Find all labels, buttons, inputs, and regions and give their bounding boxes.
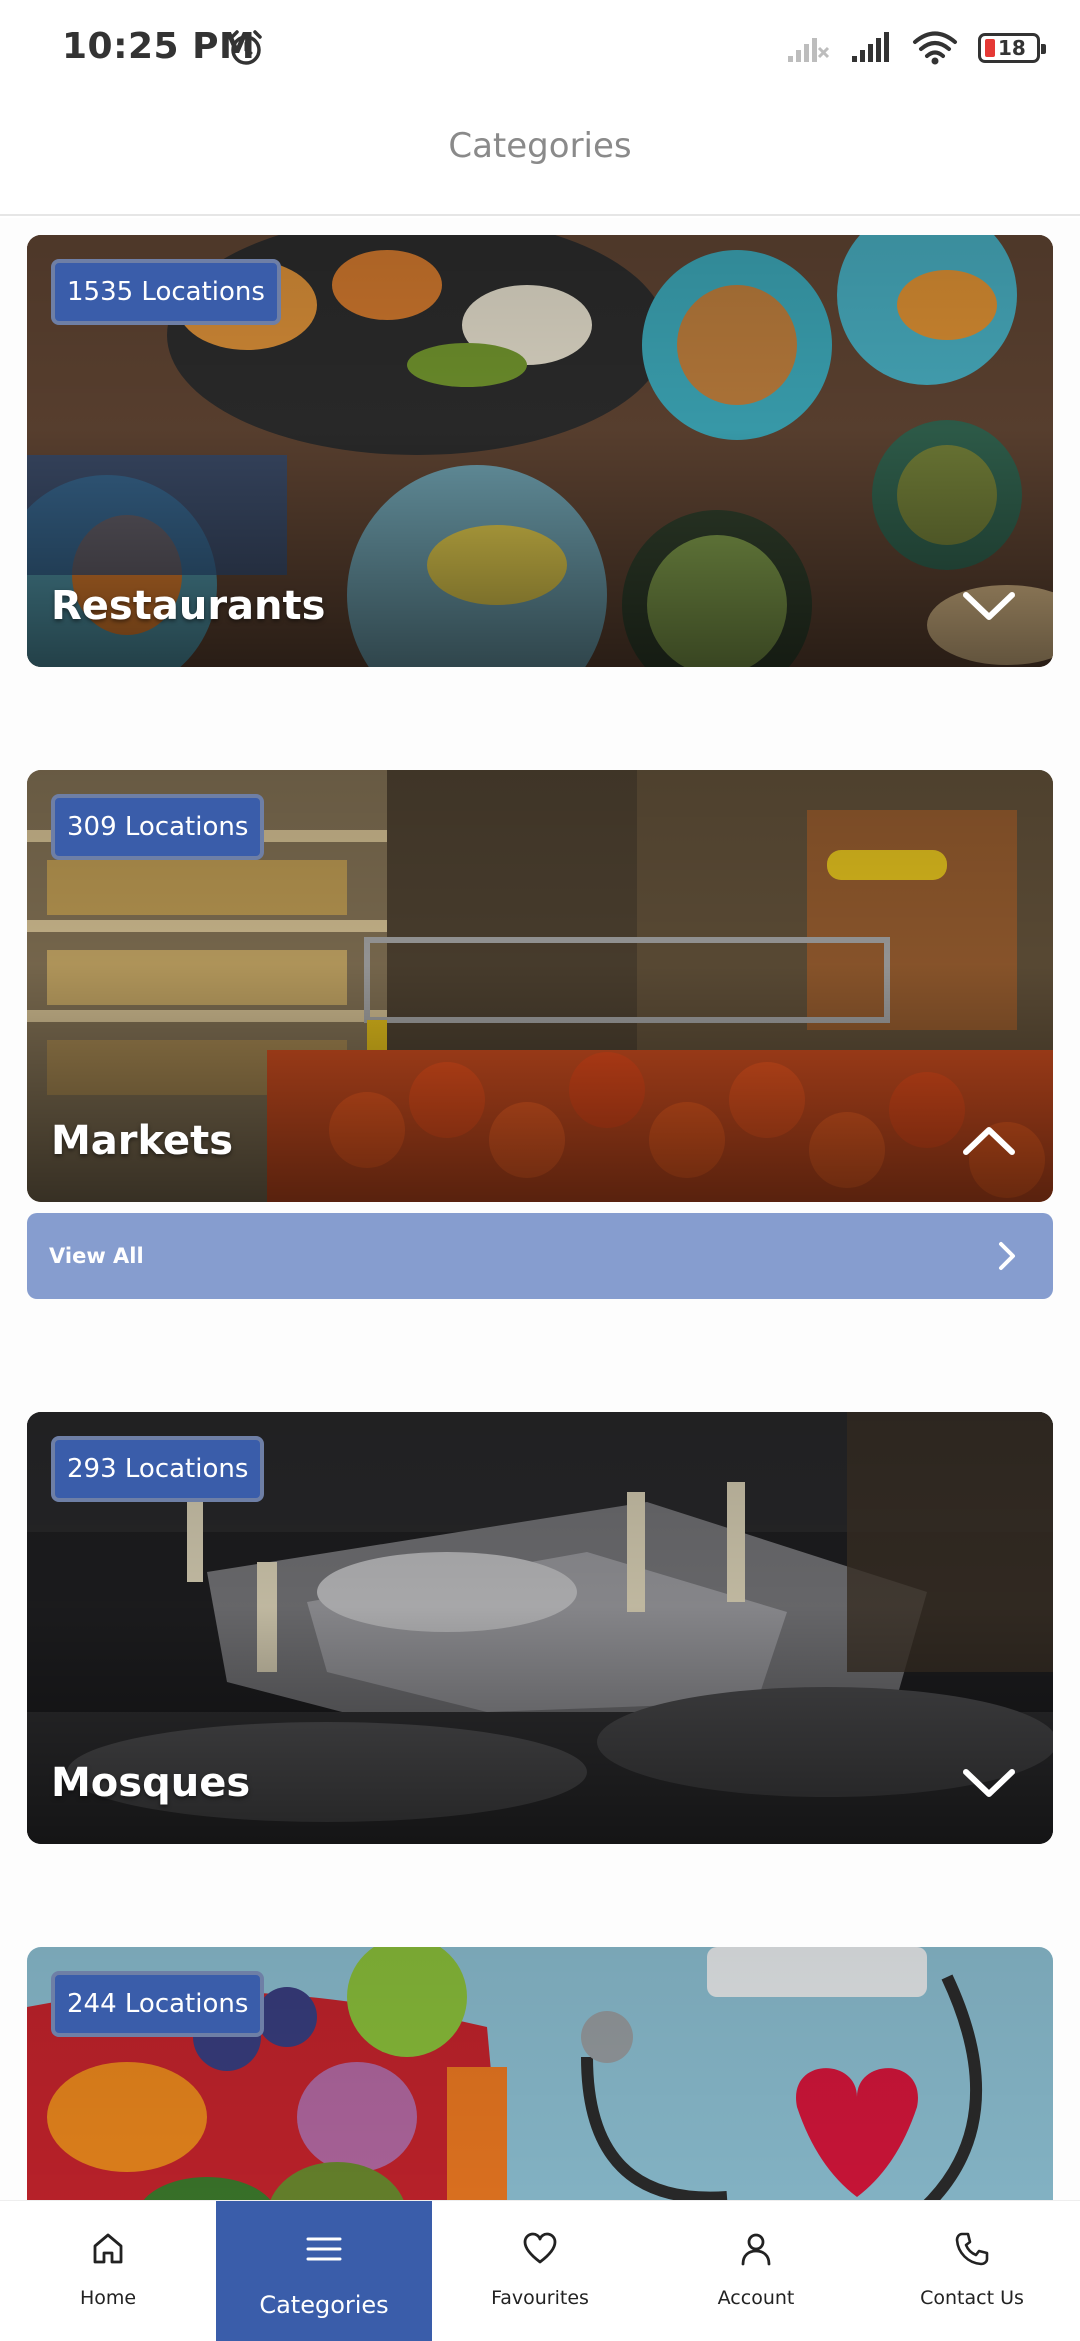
location-count-badge: 244 Locations: [51, 1971, 265, 2037]
location-count-badge: 309 Locations: [51, 794, 265, 860]
home-icon: [93, 2233, 123, 2264]
page-title: Categories: [448, 126, 632, 166]
nav-favourites[interactable]: Favourites: [432, 2201, 648, 2341]
nav-contact-us[interactable]: Contact Us: [864, 2201, 1080, 2341]
category-card-health[interactable]: 244 Locations: [27, 1947, 1053, 2236]
signal-icon: [852, 32, 889, 62]
status-bar: 10:25 PM 18: [0, 0, 1080, 96]
location-count-badge: 1535 Locations: [51, 259, 281, 325]
chevron-down-icon[interactable]: [961, 589, 1017, 623]
nav-account[interactable]: Account: [648, 2201, 864, 2341]
chevron-right-icon: [999, 1242, 1015, 1270]
view-all-label: View All: [49, 1244, 144, 1268]
bottom-navigation: Home Categories Favourites Account Conta…: [0, 2200, 1080, 2341]
signal-off-icon: [788, 38, 830, 62]
category-title: Markets: [51, 1118, 234, 1164]
battery-icon: 18: [978, 33, 1046, 63]
category-title: Restaurants: [51, 583, 326, 629]
wifi-icon: [913, 31, 957, 65]
phone-icon: [955, 2232, 989, 2266]
heart-icon: [523, 2232, 557, 2264]
category-card-markets[interactable]: 309 Locations Markets: [27, 770, 1053, 1202]
nav-label: Favourites: [491, 2287, 589, 2309]
nav-label: Contact Us: [920, 2287, 1024, 2309]
nav-label: Categories: [259, 2291, 389, 2319]
nav-label: Home: [79, 2287, 137, 2309]
alarm-clock-icon: [230, 30, 262, 65]
app-header: Categories: [0, 96, 1080, 216]
chevron-down-icon[interactable]: [961, 1766, 1017, 1800]
category-title: Mosques: [51, 1760, 251, 1806]
chevron-up-icon[interactable]: [961, 1124, 1017, 1158]
menu-icon: [306, 2237, 342, 2261]
category-card-restaurants[interactable]: 1535 Locations Restaurants: [27, 235, 1053, 667]
nav-categories[interactable]: Categories: [216, 2201, 432, 2341]
nav-label: Account: [717, 2287, 795, 2309]
category-card-mosques[interactable]: 293 Locations Mosques: [27, 1412, 1053, 1844]
category-list[interactable]: 1535 Locations Restaurants 309 Locations…: [0, 218, 1080, 2236]
user-icon: [741, 2233, 771, 2266]
view-all-button[interactable]: View All: [27, 1213, 1053, 1299]
battery-level: 18: [998, 36, 1026, 60]
nav-home[interactable]: Home: [0, 2201, 216, 2341]
location-count-badge: 293 Locations: [51, 1436, 265, 1502]
